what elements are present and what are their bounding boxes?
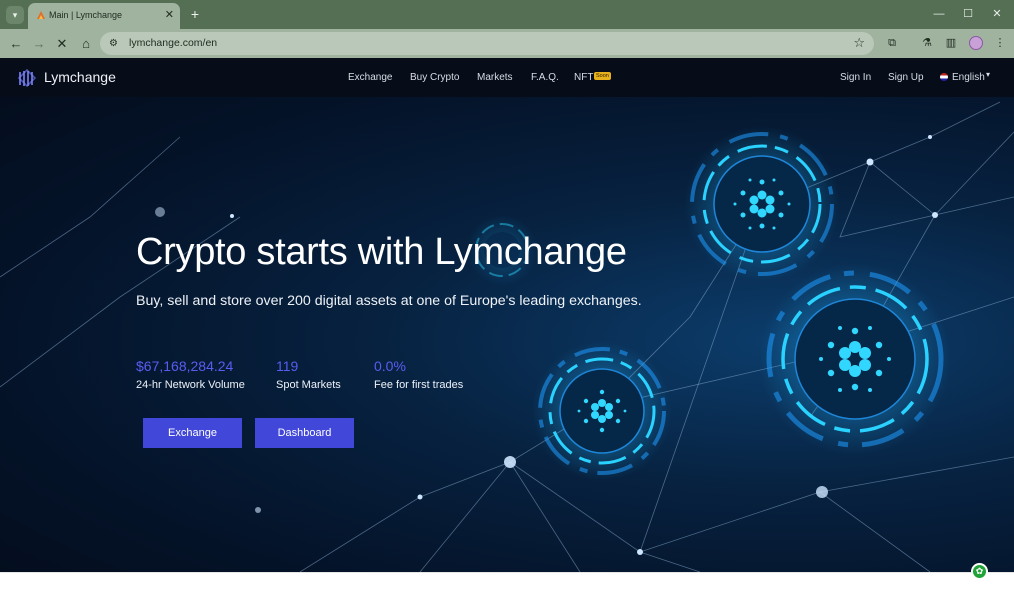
stat-markets-value: 119 [276,358,299,374]
profile-avatar[interactable] [969,36,983,50]
nft-soon-badge: Soon [594,72,611,80]
extensions-puzzle-icon[interactable]: ⧉ [884,35,900,51]
brand-name[interactable]: Lymchange [44,69,116,85]
url-text[interactable]: lymchange.com/en [129,37,217,49]
side-panel-icon[interactable]: ▥ [943,35,959,51]
labs-flask-icon[interactable]: ⚗ [919,35,935,51]
web-page: Lymchange Exchange Buy Crypto Markets F.… [0,58,1014,572]
hero-subtitle: Buy, sell and store over 200 digital ass… [136,293,642,309]
hero-title: Crypto starts with Lymchange [136,231,627,273]
flag-icon [940,73,948,81]
tab-strip: ▾ Main | Lymchange ✕ + — ☐ ✕ [0,0,1014,29]
dashboard-button[interactable]: Dashboard [255,418,354,448]
site-navbar: Lymchange Exchange Buy Crypto Markets F.… [0,58,1014,97]
nav-markets[interactable]: Markets [477,72,513,83]
stat-fee-label: Fee for first trades [374,379,464,391]
nav-buy-crypto[interactable]: Buy Crypto [410,72,459,83]
nav-faq[interactable]: F.A.Q. [531,72,559,83]
stop-loading-icon[interactable]: ✕ [52,34,72,54]
page-bottom-strip [0,572,1014,594]
browser-tab[interactable]: Main | Lymchange ✕ [28,3,180,29]
home-icon[interactable]: ⌂ [76,34,96,54]
sign-in-link[interactable]: Sign In [840,72,871,83]
maximize-icon[interactable]: ☐ [960,6,976,22]
hero-network-background [0,101,1014,572]
leaf-icon[interactable]: ✿ [971,563,988,580]
tab-title: Main | Lymchange [49,10,123,20]
stat-volume-label: 24-hr Network Volume [136,379,245,391]
back-arrow-icon[interactable]: ← [6,34,26,54]
lymchange-logo-icon[interactable] [17,68,37,88]
minimize-icon[interactable]: — [931,6,947,22]
bookmark-star-icon[interactable]: ☆ [853,35,865,51]
favicon-icon [37,11,45,19]
new-tab-plus-icon[interactable]: + [187,6,203,22]
chevron-down-icon[interactable]: ▾ [986,70,990,79]
address-bar[interactable]: ⚙ lymchange.com/en ☆ [100,32,874,55]
window-close-icon[interactable]: ✕ [989,6,1005,22]
nav-nft[interactable]: NFT [574,72,593,83]
forward-arrow-icon[interactable]: → [29,34,49,54]
tab-close-icon[interactable]: ✕ [165,8,174,22]
site-info-icon[interactable]: ⚙ [109,37,122,50]
language-selector[interactable]: English [952,72,985,83]
stat-fee-value: 0.0% [374,358,406,374]
menu-kebab-icon[interactable]: ⋮ [992,35,1008,51]
stat-volume-value: $67,168,284.24 [136,358,234,374]
exchange-button[interactable]: Exchange [143,418,242,448]
stat-markets-label: Spot Markets [276,379,341,391]
nav-exchange[interactable]: Exchange [348,72,392,83]
tab-search-chevron-down-icon[interactable]: ▾ [6,6,24,24]
browser-toolbar: ← → ✕ ⌂ ⚙ lymchange.com/en ☆ ⧉ ⚗ ▥ ⋮ [0,29,1014,58]
sign-up-link[interactable]: Sign Up [888,72,924,83]
